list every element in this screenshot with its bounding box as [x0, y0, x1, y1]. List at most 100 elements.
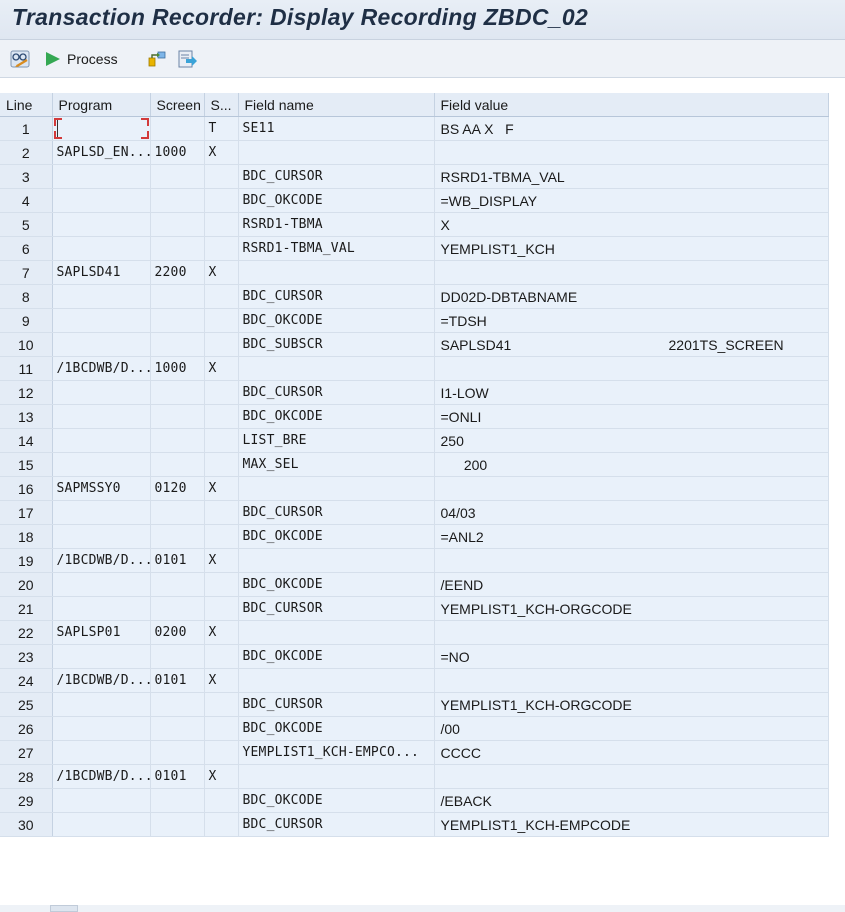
- cell-field-name[interactable]: [238, 620, 435, 645]
- cell-screen[interactable]: [150, 500, 205, 525]
- table-row[interactable]: 30 BDC_CURSOR YEMPLIST1_KCH-EMPCODE: [0, 812, 829, 837]
- cell-field-value[interactable]: DD02D-DBTABNAME: [434, 284, 829, 309]
- cell-start[interactable]: X: [204, 620, 239, 645]
- cell-screen[interactable]: 0120: [150, 476, 205, 501]
- cell-program[interactable]: [52, 404, 151, 429]
- cell-screen[interactable]: [150, 740, 205, 765]
- table-row[interactable]: 18 BDC_OKCODE =ANL2: [0, 524, 829, 549]
- cell-screen[interactable]: 1000: [150, 140, 205, 165]
- cell-screen[interactable]: 0101: [150, 668, 205, 693]
- cell-field-name[interactable]: [238, 140, 435, 165]
- cell-field-value[interactable]: [434, 140, 829, 165]
- cell-program[interactable]: [52, 692, 151, 717]
- table-row[interactable]: 8 BDC_CURSOR DD02D-DBTABNAME: [0, 284, 829, 309]
- cell-screen[interactable]: [150, 812, 205, 837]
- cell-program[interactable]: [52, 164, 151, 189]
- cell-start[interactable]: [204, 404, 239, 429]
- cell-start[interactable]: [204, 596, 239, 621]
- cell-screen[interactable]: [150, 404, 205, 429]
- cell-screen[interactable]: 0200: [150, 620, 205, 645]
- table-row[interactable]: 14 LIST_BRE 250: [0, 428, 829, 453]
- cell-program[interactable]: [52, 332, 151, 357]
- table-row[interactable]: 27 YEMPLIST1_KCH-EMPCO... CCCC: [0, 740, 829, 765]
- cell-start[interactable]: [204, 692, 239, 717]
- cell-program[interactable]: [52, 236, 151, 261]
- cell-screen[interactable]: [150, 332, 205, 357]
- cell-program[interactable]: [52, 716, 151, 741]
- cell-field-value[interactable]: /EEND: [434, 572, 829, 597]
- cell-program[interactable]: SAPLSP01: [52, 620, 151, 645]
- cell-field-value[interactable]: 200: [434, 452, 829, 477]
- cell-field-name[interactable]: BDC_CURSOR: [238, 812, 435, 837]
- cell-program[interactable]: /1BCDWB/D...: [52, 548, 151, 573]
- table-row[interactable]: 3 BDC_CURSOR RSRD1-TBMA_VAL: [0, 164, 829, 189]
- cell-field-name[interactable]: BDC_CURSOR: [238, 284, 435, 309]
- cell-program[interactable]: [52, 788, 151, 813]
- cell-field-name[interactable]: YEMPLIST1_KCH-EMPCO...: [238, 740, 435, 765]
- cell-start[interactable]: [204, 188, 239, 213]
- table-row[interactable]: 1 T SE11 BS AA X F: [0, 116, 829, 141]
- cell-screen[interactable]: [150, 452, 205, 477]
- process-button[interactable]: Process: [43, 47, 118, 71]
- cell-start[interactable]: [204, 212, 239, 237]
- cell-start[interactable]: [204, 428, 239, 453]
- column-header-program[interactable]: Program: [52, 93, 151, 117]
- cell-field-value[interactable]: 250: [434, 428, 829, 453]
- table-row[interactable]: 24/1BCDWB/D... 0101 X: [0, 668, 829, 693]
- cell-start[interactable]: [204, 740, 239, 765]
- table-row[interactable]: 4 BDC_OKCODE =WB_DISPLAY: [0, 188, 829, 213]
- cell-start[interactable]: X: [204, 548, 239, 573]
- cell-field-name[interactable]: BDC_OKCODE: [238, 644, 435, 669]
- export-button[interactable]: [177, 47, 197, 71]
- cell-program[interactable]: [52, 596, 151, 621]
- table-row[interactable]: 20 BDC_OKCODE/EEND: [0, 572, 829, 597]
- cell-start[interactable]: T: [204, 116, 239, 141]
- table-row[interactable]: 29 BDC_OKCODE/EBACK: [0, 788, 829, 813]
- table-row[interactable]: 16 SAPMSSY0 0120 X: [0, 476, 829, 501]
- table-row[interactable]: 11/1BCDWB/D... 1000 X: [0, 356, 829, 381]
- cell-start[interactable]: [204, 332, 239, 357]
- cell-field-name[interactable]: BDC_CURSOR: [238, 692, 435, 717]
- cell-field-name[interactable]: BDC_OKCODE: [238, 716, 435, 741]
- cell-field-name[interactable]: [238, 260, 435, 285]
- cell-field-name[interactable]: [238, 668, 435, 693]
- cell-field-value[interactable]: [434, 764, 829, 789]
- cell-program[interactable]: [52, 644, 151, 669]
- cell-field-value[interactable]: YEMPLIST1_KCH: [434, 236, 829, 261]
- table-row[interactable]: 13 BDC_OKCODE =ONLI: [0, 404, 829, 429]
- cell-field-name[interactable]: RSRD1-TBMA_VAL: [238, 236, 435, 261]
- column-header-screen[interactable]: Screen: [150, 93, 205, 117]
- cell-field-name[interactable]: [238, 548, 435, 573]
- cell-start[interactable]: X: [204, 260, 239, 285]
- table-row[interactable]: 7 SAPLSD41 2200 X: [0, 260, 829, 285]
- cell-field-value[interactable]: [434, 260, 829, 285]
- cell-field-value[interactable]: 04/03: [434, 500, 829, 525]
- table-row[interactable]: 6 RSRD1-TBMA_VAL YEMPLIST1_KCH: [0, 236, 829, 261]
- cell-program[interactable]: [52, 212, 151, 237]
- table-row[interactable]: 5 RSRD1-TBMA X: [0, 212, 829, 237]
- table-row[interactable]: 15 MAX_SEL 200: [0, 452, 829, 477]
- table-row[interactable]: 12 BDC_CURSOR I1-LOW: [0, 380, 829, 405]
- cell-screen[interactable]: [150, 380, 205, 405]
- cell-program[interactable]: [52, 452, 151, 477]
- cell-field-name[interactable]: BDC_OKCODE: [238, 572, 435, 597]
- cell-field-value[interactable]: I1-LOW: [434, 380, 829, 405]
- cell-screen[interactable]: [150, 212, 205, 237]
- cell-start[interactable]: [204, 524, 239, 549]
- cell-program[interactable]: SAPMSSY0: [52, 476, 151, 501]
- cell-screen[interactable]: [150, 716, 205, 741]
- cell-start[interactable]: [204, 380, 239, 405]
- cell-start[interactable]: [204, 308, 239, 333]
- cell-start[interactable]: [204, 812, 239, 837]
- cell-program[interactable]: SAPLSD41: [52, 260, 151, 285]
- cell-program[interactable]: [52, 740, 151, 765]
- cell-program[interactable]: /1BCDWB/D...: [52, 356, 151, 381]
- cell-screen[interactable]: [150, 188, 205, 213]
- cell-field-name[interactable]: SE11: [238, 116, 435, 141]
- column-header-line[interactable]: Line: [0, 93, 53, 117]
- cell-field-name[interactable]: [238, 476, 435, 501]
- cell-screen[interactable]: [150, 284, 205, 309]
- cell-field-value[interactable]: [434, 668, 829, 693]
- cell-start[interactable]: [204, 452, 239, 477]
- table-row[interactable]: 28/1BCDWB/D... 0101 X: [0, 764, 829, 789]
